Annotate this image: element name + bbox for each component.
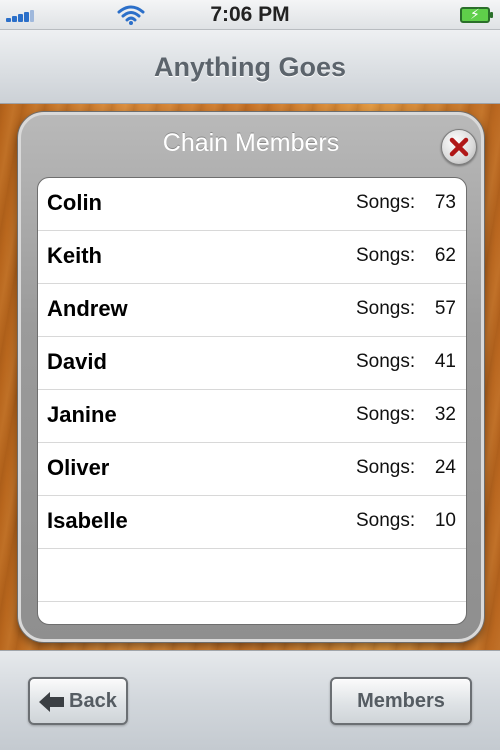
panel-title: Chain Members [162, 129, 340, 157]
close-button[interactable] [441, 129, 477, 165]
songs-count: 62 [434, 245, 456, 266]
songs-label: Songs: [356, 404, 416, 425]
songs-label: Songs: [356, 510, 416, 531]
songs-count: 73 [434, 192, 456, 213]
songs-label: Songs: [356, 298, 416, 319]
songs-label: Songs: [356, 192, 416, 213]
members-list: Colin Songs: 73 Keith Songs: 62 Andrew S… [37, 177, 467, 625]
list-item[interactable]: David Songs: 41 [38, 337, 466, 390]
songs-count: 41 [434, 351, 456, 372]
members-button-label: Members [357, 690, 445, 712]
member-name: Oliver [47, 455, 110, 480]
members-button[interactable]: Members [330, 677, 472, 725]
page-title: Anything Goes [153, 52, 346, 82]
songs-count: 24 [434, 457, 456, 478]
member-name: Colin [47, 190, 102, 215]
list-item[interactable]: Keith Songs: 62 [38, 231, 466, 284]
back-button[interactable]: Back [28, 677, 128, 725]
songs-count: 10 [434, 510, 456, 531]
navigation-bar: Anything Goes [0, 30, 500, 104]
back-button-label: Back [69, 690, 117, 712]
member-name: Isabelle [47, 508, 128, 533]
list-item[interactable]: Colin Songs: 73 [38, 178, 466, 231]
arrow-left-icon [39, 692, 64, 712]
songs-count: 32 [434, 404, 456, 425]
list-item[interactable]: Oliver Songs: 24 [38, 443, 466, 496]
songs-count: 57 [434, 298, 456, 319]
chain-members-panel: Chain Members Colin Songs: 73 Keith Song… [18, 112, 484, 642]
empty-row [38, 549, 466, 602]
list-item[interactable]: Isabelle Songs: 10 [38, 496, 466, 549]
list-item[interactable]: Janine Songs: 32 [38, 390, 466, 443]
member-name: Keith [47, 243, 102, 268]
songs-label: Songs: [356, 245, 416, 266]
battery-charging-icon: ⚡ [460, 6, 493, 23]
close-icon [449, 137, 469, 157]
member-name: David [47, 349, 107, 374]
bottom-toolbar: Back Members [0, 650, 500, 750]
status-time: 7:06 PM [210, 3, 290, 26]
list-item[interactable]: Andrew Songs: 57 [38, 284, 466, 337]
member-name: Janine [47, 402, 117, 427]
songs-label: Songs: [356, 457, 416, 478]
status-bar: 7:06 PM ⚡ [0, 0, 500, 30]
member-name: Andrew [47, 296, 128, 321]
songs-label: Songs: [356, 351, 416, 372]
